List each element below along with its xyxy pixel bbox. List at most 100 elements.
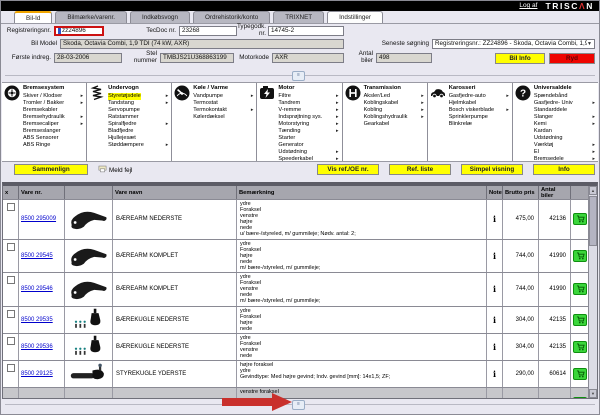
- info-icon[interactable]: i: [487, 334, 503, 360]
- category-item-abs-sensorer[interactable]: ABS Sensorer: [23, 135, 84, 142]
- row-checkbox[interactable]: [7, 243, 15, 251]
- collapse-handle-top[interactable]: ≡: [292, 71, 305, 81]
- row-checkbox[interactable]: [7, 276, 15, 284]
- category-item-filtre[interactable]: Filtre▸: [278, 93, 339, 100]
- category-item-k-lerd-ksel[interactable]: Kølerdæksel: [193, 114, 254, 121]
- info-icon[interactable]: i: [487, 240, 503, 272]
- tab-bilm-rke-varenr[interactable]: Bilmærke/varenr.: [55, 11, 127, 23]
- category-item-tandstang[interactable]: Tandstang▸: [108, 100, 169, 107]
- car-info-button[interactable]: Bil Info: [495, 53, 545, 64]
- clear-button[interactable]: Ryd: [549, 53, 595, 64]
- info-icon[interactable]: i: [487, 307, 503, 333]
- category-item-t-nding[interactable]: Tænding▸: [278, 128, 339, 135]
- add-to-cart-button[interactable]: [573, 314, 587, 326]
- category-item-tandrem[interactable]: Tandrem▸: [278, 100, 339, 107]
- compare-button[interactable]: Sammenlign: [14, 164, 88, 175]
- part-number-link[interactable]: 8500 29535: [21, 317, 53, 323]
- category-item-vandpumpe[interactable]: Vandpumpe▸: [193, 93, 254, 100]
- category-item-styret-jsdele[interactable]: Styretøjsdele▸: [108, 93, 169, 100]
- category-item-st-dd-mpere[interactable]: Støddæmpere▸: [108, 142, 169, 149]
- category-item-slanger[interactable]: Slanger▸: [534, 114, 596, 121]
- add-to-cart-button[interactable]: [573, 213, 587, 225]
- category-item-motorstyring[interactable]: Motorstyring▸: [278, 121, 339, 128]
- category-item-bladfjedre[interactable]: Bladfjedre: [108, 128, 169, 135]
- category-item-aksler-led[interactable]: Aksler/Led▸: [364, 93, 425, 100]
- category-item-termostat[interactable]: Termostat: [193, 100, 254, 107]
- category-item-v-remme[interactable]: V-remme▸: [278, 107, 339, 114]
- tab-ordrehistorik-konto[interactable]: Ordrehistorik/konto: [193, 11, 270, 23]
- category-item-generator[interactable]: Generator: [278, 142, 339, 149]
- category-item-hjullejes-t[interactable]: Hjullejesæt: [108, 135, 169, 142]
- category-item-hjelmkabel[interactable]: Hjelmkabel: [449, 100, 510, 107]
- simpel-visning-button[interactable]: Simpel visning: [461, 164, 523, 175]
- category-item-sp-ndeb-nd[interactable]: Spændebånd: [534, 93, 596, 100]
- category-item-bosch-viskerblade[interactable]: Bosch viskerblade▸: [449, 107, 510, 114]
- part-number-link[interactable]: 8500 29125: [21, 371, 53, 377]
- part-number-link[interactable]: 8500 295009: [21, 216, 56, 222]
- part-number-link[interactable]: 8500 29546: [21, 286, 53, 292]
- category-item-gearkabel[interactable]: Gearkabel: [364, 121, 425, 128]
- type-approval-input[interactable]: 14745-2: [268, 26, 344, 36]
- category-item-v-rkt-j[interactable]: Værktøj▸: [534, 142, 596, 149]
- category-item-kardan[interactable]: Kardan: [534, 128, 596, 135]
- category-item-bremseslanger[interactable]: Bremseslanger: [23, 128, 84, 135]
- category-item-udst-dning[interactable]: Udstødning▸: [278, 149, 339, 156]
- add-to-cart-button[interactable]: [573, 368, 587, 380]
- category-item-kobling[interactable]: Kobling▸: [364, 107, 425, 114]
- tab-indk-bsvogn[interactable]: Indkøbsvogn: [130, 11, 190, 23]
- add-to-cart-button[interactable]: [573, 341, 587, 353]
- scrollbar-thumb[interactable]: [589, 196, 597, 246]
- tecdoc-input[interactable]: 23268: [179, 26, 237, 36]
- category-item-sprinklerpumpe[interactable]: Sprinklerpumpe: [449, 114, 510, 121]
- scroll-down-icon[interactable]: ▼: [589, 389, 597, 398]
- category-item-udst-dning[interactable]: Udstødning: [534, 135, 596, 142]
- category-item-bremsecaliper[interactable]: Bremsecaliper▸: [23, 121, 84, 128]
- category-item-gasfjedre-auto[interactable]: Gasfjedre-auto▸: [449, 93, 510, 100]
- info-button[interactable]: Info: [533, 164, 595, 175]
- add-to-cart-button[interactable]: [573, 283, 587, 295]
- tab-indstillinger[interactable]: Indstillinger: [327, 11, 383, 23]
- category-item-abs-ringe[interactable]: ABS Ringe: [23, 142, 84, 149]
- category-item-bremsedele[interactable]: Bremsedele▸: [534, 156, 596, 162]
- category-item-servopumpe[interactable]: Servopumpe: [108, 107, 169, 114]
- row-checkbox[interactable]: [7, 364, 15, 372]
- part-number-link[interactable]: 8500 29545: [21, 253, 53, 259]
- info-icon[interactable]: i: [487, 273, 503, 305]
- ref-liste-button[interactable]: Ref. liste: [389, 164, 451, 175]
- category-item-koblingskabel[interactable]: Koblingskabel▸: [364, 100, 425, 107]
- table-scrollbar[interactable]: ▲ ▼: [588, 186, 597, 398]
- category-item-indspr-jtning-sys[interactable]: Indsprøjtning sys.▸: [278, 114, 339, 121]
- info-icon[interactable]: i: [487, 200, 503, 239]
- category-item-skiver-klodser[interactable]: Skiver / Klodser▸: [23, 93, 84, 100]
- collapse-handle-bottom[interactable]: ≡: [292, 400, 305, 410]
- category-item-spiralfjedre[interactable]: Spiralfjedre▸: [108, 121, 169, 128]
- add-to-cart-button[interactable]: [573, 397, 587, 399]
- scroll-up-icon[interactable]: ▲: [589, 186, 597, 195]
- row-checkbox[interactable]: [7, 203, 15, 211]
- registration-input[interactable]: zz24896: [54, 26, 104, 36]
- category-item-kemi[interactable]: Kemi▸: [534, 121, 596, 128]
- row-checkbox[interactable]: [7, 310, 15, 318]
- report-error-button[interactable]: Meld fejl: [98, 165, 132, 175]
- tab-bil-id[interactable]: Bil-Id: [14, 11, 52, 23]
- category-item-bremsekabler[interactable]: Bremsekabler: [23, 107, 84, 114]
- category-item-el[interactable]: El▸: [534, 149, 596, 156]
- category-item-speederkabel[interactable]: Speederkabel▸: [278, 156, 339, 162]
- tab-trixnet[interactable]: TRIXNET: [273, 11, 324, 23]
- category-item-koblingshydraulik[interactable]: Koblingshydraulik▸: [364, 114, 425, 121]
- part-number-link[interactable]: 8500 29536: [21, 344, 53, 350]
- add-to-cart-button[interactable]: [573, 250, 587, 262]
- category-item-starter[interactable]: Starter: [278, 135, 339, 142]
- vis-ref-oe-nr-button[interactable]: Vis ref./OE nr.: [317, 164, 379, 175]
- recent-search-select[interactable]: Registreringsnr.: ZZ24896 - Skoda, Octav…: [432, 39, 595, 49]
- category-item-blinkrel[interactable]: Blinkrelæ: [449, 121, 510, 128]
- category-item-bremsehydraulik[interactable]: Bremsehydraulik▸: [23, 114, 84, 121]
- category-item-standarddele[interactable]: Standarddele: [534, 107, 596, 114]
- category-item-termokontakt[interactable]: Termokontakt▸: [193, 107, 254, 114]
- category-item-ratstammer[interactable]: Ratstammer: [108, 114, 169, 121]
- logout-link[interactable]: Log af: [519, 2, 537, 9]
- row-checkbox[interactable]: [7, 337, 15, 345]
- category-item-tromler-bakker[interactable]: Tromler / Bakker▸: [23, 100, 84, 107]
- info-icon[interactable]: i: [487, 361, 503, 387]
- category-item-gasfjedre-univ[interactable]: Gasfjedre- Univ▸: [534, 100, 596, 107]
